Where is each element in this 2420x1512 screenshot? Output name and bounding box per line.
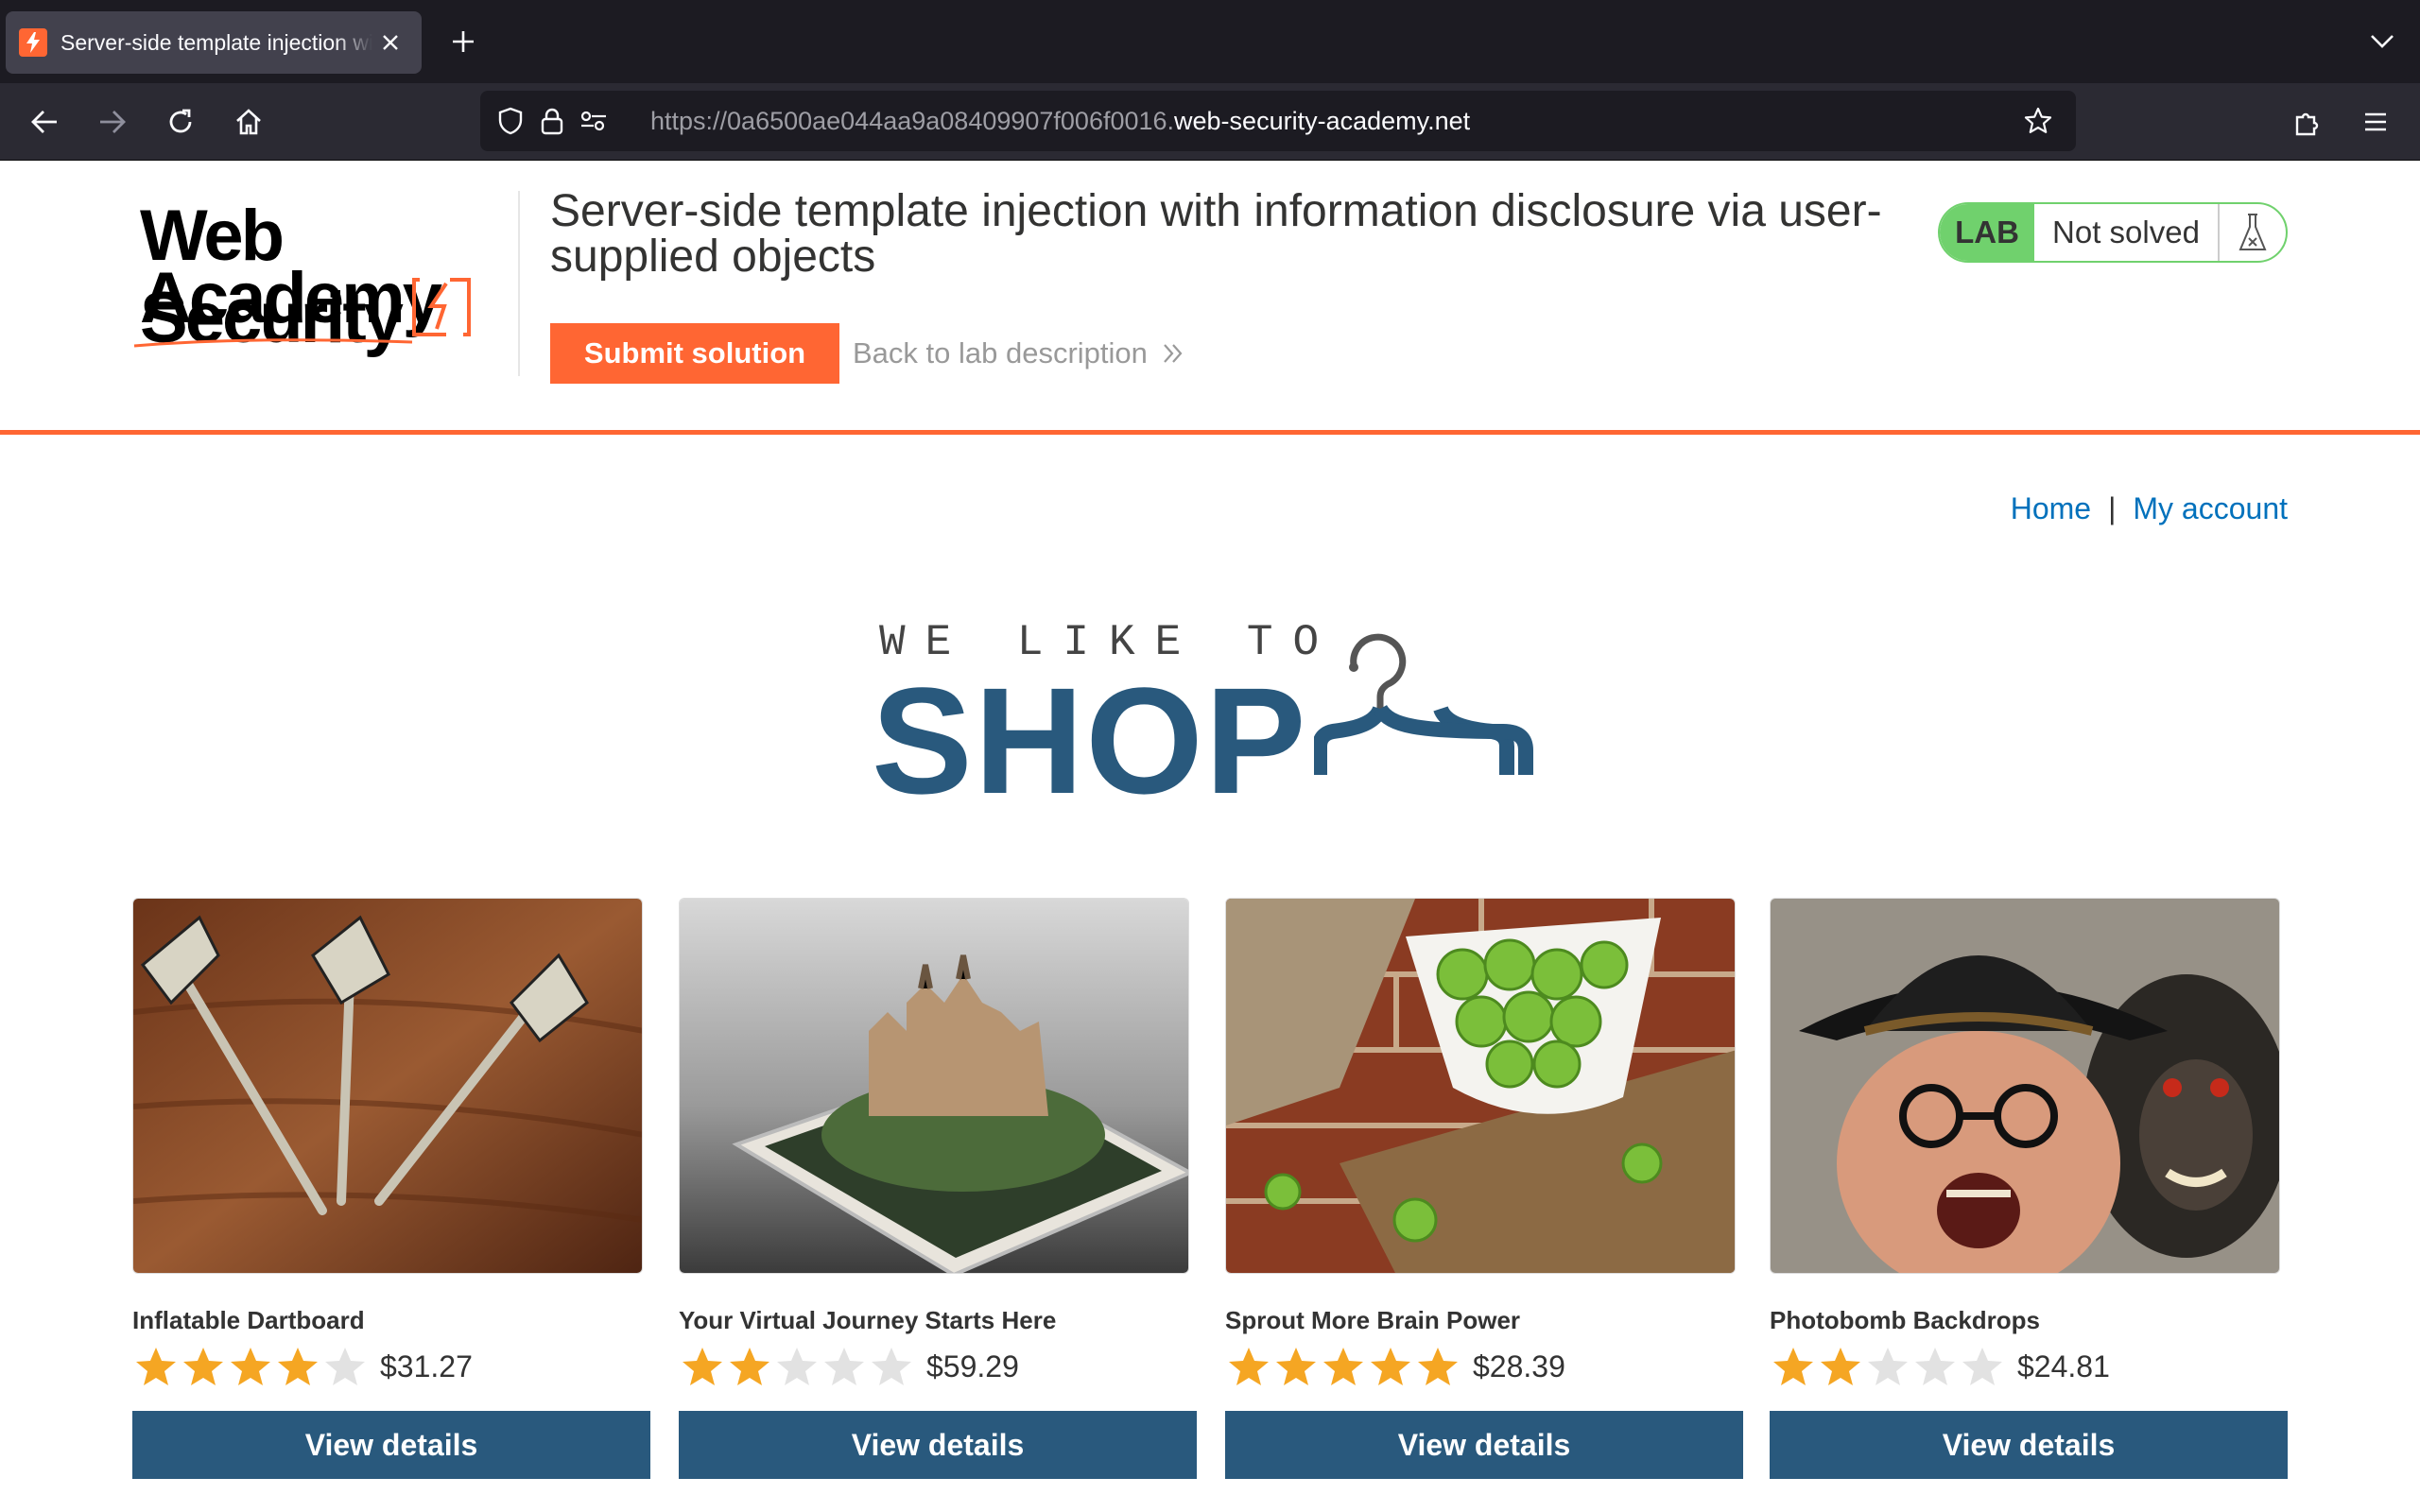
- extensions-icon[interactable]: [2286, 100, 2329, 144]
- star-filled-icon: [1773, 1348, 1813, 1385]
- tracking-shield-icon[interactable]: [493, 104, 527, 138]
- nav-separator: |: [2108, 491, 2117, 525]
- submit-solution-button[interactable]: Submit solution: [550, 323, 839, 384]
- lock-icon[interactable]: [535, 104, 569, 138]
- url-prefix: https://0a6500ae044aa9a08409907f006f0016…: [650, 107, 1175, 135]
- product-card: Inflatable Dartboard $31.27 View details: [132, 898, 650, 1479]
- lab-title: Server-side template injection with info…: [550, 186, 1882, 282]
- star-rating: [1225, 1345, 1461, 1388]
- star-empty-icon: [1915, 1348, 1955, 1385]
- product-name: Your Virtual Journey Starts Here: [679, 1306, 1057, 1334]
- star-rating: [132, 1345, 369, 1388]
- product-price: $24.81: [2017, 1349, 2110, 1383]
- double-chevron-right-icon: [1164, 344, 1183, 363]
- product-card: Photobomb Backdrops $24.81 View details: [1770, 898, 2288, 1479]
- url-text[interactable]: https://0a6500ae044aa9a08409907f006f0016…: [650, 107, 1470, 136]
- rating-row: $59.29: [679, 1345, 1197, 1388]
- star-filled-icon: [278, 1348, 318, 1385]
- star-filled-icon: [183, 1348, 223, 1385]
- logo-line2: Academy: [140, 258, 442, 338]
- tab-title: Server-side template injection with info…: [60, 29, 372, 55]
- product-image-sprouts[interactable]: [1225, 898, 1736, 1274]
- star-filled-icon: [1229, 1348, 1269, 1385]
- lab-badge: LAB: [1940, 204, 2034, 261]
- reload-icon[interactable]: [159, 100, 202, 144]
- star-filled-icon: [231, 1348, 270, 1385]
- lab-header: Web Security Academy Server-side templat…: [0, 161, 2420, 435]
- star-empty-icon: [872, 1348, 911, 1385]
- product-price: $59.29: [926, 1349, 1019, 1383]
- rating-row: $28.39: [1225, 1345, 1743, 1388]
- product-name: Sprout More Brain Power: [1225, 1306, 1521, 1334]
- flask-icon: [2220, 204, 2286, 261]
- product-name: Photobomb Backdrops: [1770, 1306, 2041, 1334]
- menu-hamburger-icon[interactable]: [2354, 100, 2397, 144]
- product-card: Sprout More Brain Power $28.39 View deta…: [1225, 898, 1743, 1479]
- product-image-castle-phone[interactable]: [679, 898, 1189, 1274]
- star-filled-icon: [136, 1348, 176, 1385]
- lab-status-text: Not solved: [2034, 204, 2220, 261]
- star-filled-icon: [1276, 1348, 1316, 1385]
- site-permissions-icon[interactable]: [577, 104, 611, 138]
- new-tab-icon[interactable]: [444, 23, 482, 60]
- product-image-man-monkey[interactable]: [1770, 898, 2280, 1274]
- lab-status-widget: LAB Not solved: [1938, 202, 2288, 263]
- view-details-button[interactable]: View details: [1770, 1411, 2288, 1479]
- product-name: Inflatable Dartboard: [132, 1306, 365, 1334]
- coat-hanger-icon: [1314, 633, 1533, 775]
- tab-favicon-icon: [19, 28, 47, 57]
- product-price: $28.39: [1473, 1349, 1565, 1383]
- back-link-label: Back to lab description: [853, 336, 1148, 369]
- banner-shop-text: SHOP: [872, 656, 1308, 825]
- star-filled-icon: [1418, 1348, 1458, 1385]
- star-empty-icon: [777, 1348, 817, 1385]
- forward-arrow-icon[interactable]: [91, 100, 134, 144]
- browser-tab-bar: Server-side template injection with info…: [0, 0, 2420, 83]
- home-icon[interactable]: [227, 100, 270, 144]
- browser-tab-active[interactable]: Server-side template injection with info…: [6, 11, 422, 74]
- view-details-button[interactable]: View details: [132, 1411, 650, 1479]
- star-filled-icon: [730, 1348, 769, 1385]
- product-image-darts[interactable]: [132, 898, 643, 1274]
- view-details-button[interactable]: View details: [1225, 1411, 1743, 1479]
- product-price: $31.27: [380, 1349, 473, 1383]
- url-host: web-security-academy.net: [1174, 107, 1471, 135]
- star-empty-icon: [325, 1348, 365, 1385]
- star-filled-icon: [1821, 1348, 1860, 1385]
- my-account-link[interactable]: My account: [2133, 491, 2288, 525]
- web-security-academy-logo[interactable]: Web Security Academy: [132, 195, 520, 358]
- star-filled-icon: [1371, 1348, 1410, 1385]
- logo-bolt-icon: [412, 278, 471, 336]
- bookmark-star-icon[interactable]: [2021, 104, 2055, 138]
- product-card: Your Virtual Journey Starts Here $59.29 …: [679, 898, 1197, 1479]
- back-arrow-icon[interactable]: [23, 100, 66, 144]
- logo-underline-swoosh: [133, 338, 413, 348]
- url-bar[interactable]: https://0a6500ae044aa9a08409907f006f0016…: [480, 91, 2076, 151]
- star-rating: [679, 1345, 915, 1388]
- tab-list-chevron-icon[interactable]: [2363, 23, 2401, 60]
- star-rating: [1770, 1345, 2006, 1388]
- back-to-lab-description-link[interactable]: Back to lab description: [853, 336, 1185, 370]
- home-link[interactable]: Home: [2011, 491, 2091, 525]
- logo-divider: [518, 191, 520, 376]
- star-empty-icon: [1868, 1348, 1908, 1385]
- shop-banner: WE LIKE TO SHOP: [870, 614, 1550, 816]
- top-nav-links: Home | My account: [2011, 491, 2288, 526]
- browser-nav-bar: https://0a6500ae044aa9a08409907f006f0016…: [0, 83, 2420, 161]
- rating-row: $24.81: [1770, 1345, 2288, 1388]
- star-filled-icon: [683, 1348, 722, 1385]
- rating-row: $31.27: [132, 1345, 650, 1388]
- view-details-button[interactable]: View details: [679, 1411, 1197, 1479]
- star-empty-icon: [824, 1348, 864, 1385]
- star-filled-icon: [1323, 1348, 1363, 1385]
- star-empty-icon: [1962, 1348, 2002, 1385]
- tab-close-icon[interactable]: [374, 26, 406, 59]
